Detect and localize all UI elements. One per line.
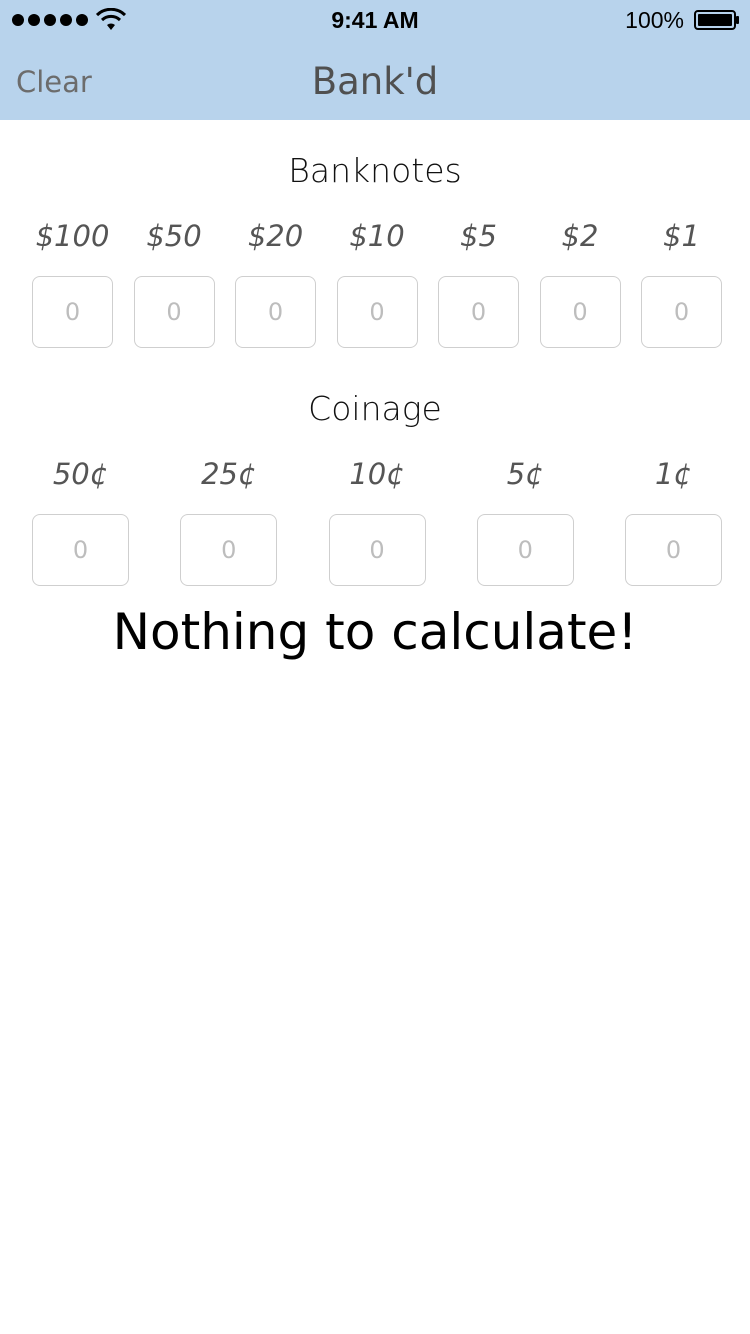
coin-inputs	[32, 514, 722, 586]
denomination-label: 10¢	[349, 457, 405, 491]
banknote-2-input[interactable]	[539, 276, 621, 348]
status-bar: 9:41 AM 100%	[0, 0, 750, 40]
coin-5-input[interactable]	[476, 514, 574, 586]
coin-25-input[interactable]	[180, 514, 278, 586]
denomination-label: $10	[349, 219, 405, 253]
battery-percent: 100%	[625, 7, 684, 33]
banknote-1-input[interactable]	[641, 276, 722, 348]
denomination-label: $2	[561, 219, 599, 253]
denomination-label: $50	[146, 219, 202, 253]
coin-1-input[interactable]	[625, 514, 722, 586]
coin-10-input[interactable]	[328, 514, 426, 586]
app-screen: 9:41 AM 100% Clear Bank'd Banknotes $100…	[0, 0, 750, 1334]
denomination-label: 50¢	[52, 457, 109, 491]
banknote-10-input[interactable]	[336, 276, 418, 348]
banknote-labels: $100 $50 $20 $10 $5 $2 $1	[32, 218, 722, 254]
banknote-inputs	[32, 276, 722, 348]
banknote-20-input[interactable]	[235, 276, 316, 348]
result-message: Nothing to calculate!	[112, 603, 638, 661]
denomination-label: 25¢	[201, 457, 257, 491]
banknote-50-input[interactable]	[133, 276, 215, 348]
denomination-label: 1¢	[655, 457, 692, 491]
coinage-title: Coinage	[308, 389, 442, 428]
denomination-label: $1	[663, 219, 700, 253]
banknote-5-input[interactable]	[438, 276, 519, 348]
banknotes-title: Banknotes	[288, 151, 462, 190]
denomination-label: $5	[460, 219, 497, 253]
battery-icon	[694, 10, 739, 30]
app-title: Bank'd	[311, 60, 439, 103]
denomination-label: $20	[247, 219, 304, 253]
coin-50-input[interactable]	[32, 514, 129, 586]
banknote-100-input[interactable]	[32, 276, 113, 348]
denomination-label: $100	[35, 219, 110, 253]
denomination-label: 5¢	[506, 457, 544, 491]
header-bar: 9:41 AM 100% Clear Bank'd	[0, 0, 750, 120]
coin-labels: 50¢ 25¢ 10¢ 5¢ 1¢	[32, 456, 722, 492]
